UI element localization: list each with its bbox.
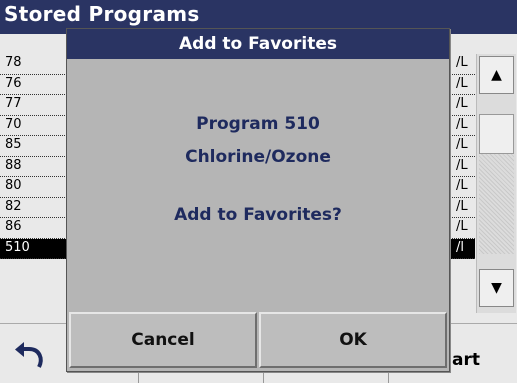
program-number: 85 (5, 137, 22, 152)
back-button[interactable] (10, 337, 50, 377)
program-number: 88 (5, 157, 22, 173)
scroll-track[interactable] (479, 154, 514, 254)
ok-button[interactable]: OK (259, 312, 447, 368)
program-number: 80 (5, 178, 22, 193)
program-unit: /L (456, 157, 468, 173)
scroll-thumb[interactable] (479, 114, 514, 154)
toolbar-divider (388, 372, 389, 383)
program-number: 77 (5, 96, 22, 111)
list-scrollbar[interactable]: ▲ ▼ (476, 54, 516, 313)
program-number: 78 (5, 55, 22, 70)
triangle-up-icon: ▲ (491, 67, 502, 83)
dialog-program-number: Program 510 (196, 114, 320, 134)
toolbar-divider (263, 372, 264, 383)
triangle-down-icon: ▼ (491, 280, 502, 296)
program-number: 510 (5, 239, 30, 255)
program-unit: /L (456, 137, 468, 152)
program-number: 76 (5, 75, 22, 91)
scroll-up-button[interactable]: ▲ (479, 56, 514, 94)
screen-title: Stored Programs (4, 2, 200, 26)
program-unit: /L (456, 96, 468, 111)
dialog-program-name: Chlorine/Ozone (185, 147, 331, 167)
program-unit: /L (456, 55, 468, 70)
cancel-button[interactable]: Cancel (69, 312, 257, 368)
dialog-title: Add to Favorites (67, 29, 449, 59)
stored-programs-screen: Stored Programs 78/L 76/L 77/L 70/L 85/L… (0, 0, 517, 383)
dialog-question: Add to Favorites? (174, 205, 342, 225)
program-number: 82 (5, 198, 22, 214)
program-number: 70 (5, 116, 22, 132)
program-number: 86 (5, 219, 22, 234)
program-unit: /L (456, 178, 468, 193)
program-unit: /L (456, 198, 468, 214)
add-to-favorites-dialog: Add to Favorites Program 510 Chlorine/Oz… (66, 28, 450, 372)
program-unit: /L (456, 116, 468, 132)
program-unit: /L (456, 219, 468, 234)
toolbar-divider (138, 372, 139, 383)
back-arrow-icon (15, 342, 43, 368)
program-unit: /l (456, 239, 464, 255)
program-unit: /L (456, 75, 468, 91)
scroll-down-button[interactable]: ▼ (479, 269, 514, 307)
start-button[interactable]: art (452, 350, 480, 370)
